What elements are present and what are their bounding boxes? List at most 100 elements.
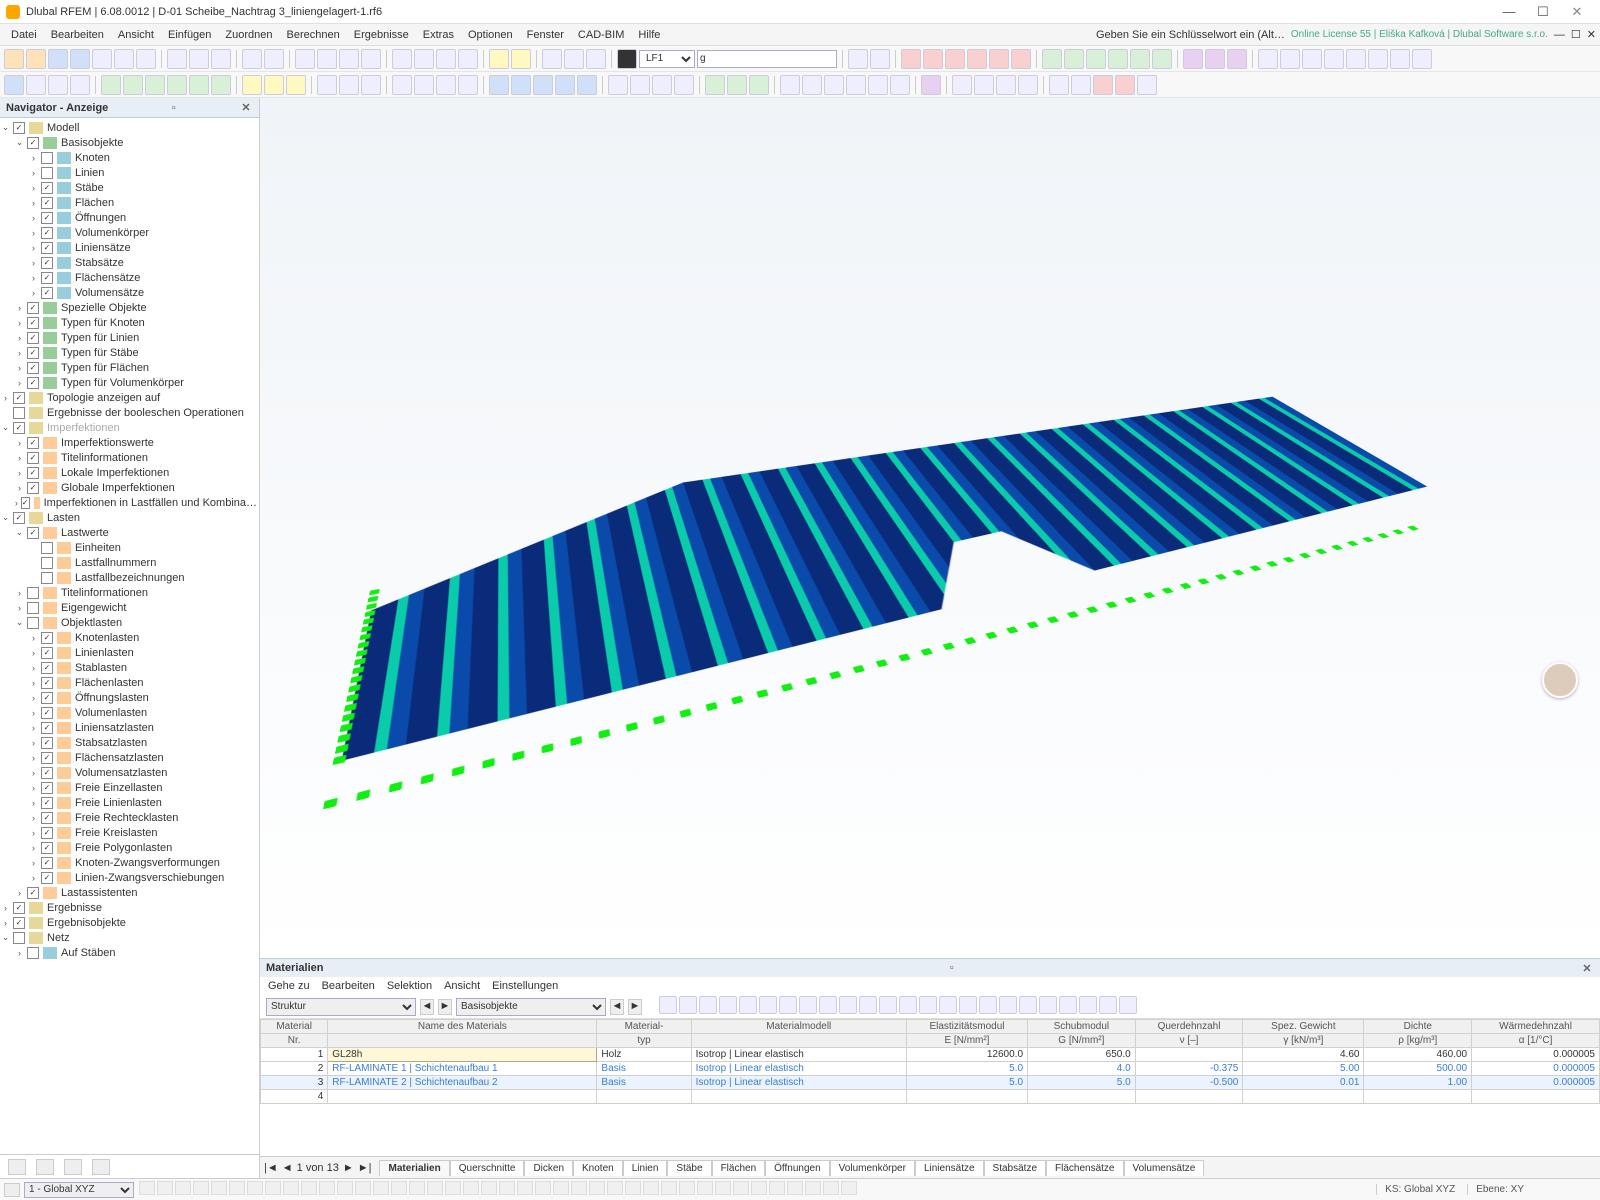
expand-icon[interactable]: › xyxy=(28,183,39,193)
model3-icon[interactable] xyxy=(586,49,606,69)
mat-tool-7-icon[interactable] xyxy=(799,996,817,1014)
status-tool-34-icon[interactable] xyxy=(751,1181,767,1195)
res3-icon[interactable] xyxy=(1086,49,1106,69)
sc6-icon[interactable] xyxy=(890,75,910,95)
cloud-icon[interactable] xyxy=(48,49,68,69)
menu-datei[interactable]: Datei xyxy=(4,27,44,43)
checkbox[interactable] xyxy=(13,407,25,419)
tree-item[interactable]: ›Öffnungslasten xyxy=(0,690,259,705)
col-header[interactable]: Dichte xyxy=(1364,1020,1472,1034)
tree-item[interactable]: ›Freie Rechtecklasten xyxy=(0,810,259,825)
tree-item[interactable]: ⌄Netz xyxy=(0,930,259,945)
checkbox[interactable] xyxy=(41,572,53,584)
status-tool-18-icon[interactable] xyxy=(463,1181,479,1195)
mat-menu-selektion[interactable]: Selektion xyxy=(387,980,432,992)
status-tool-31-icon[interactable] xyxy=(697,1181,713,1195)
mat-tool-19-icon[interactable] xyxy=(1039,996,1057,1014)
doc-minimize-icon[interactable]: — xyxy=(1554,29,1565,41)
vw2-icon[interactable] xyxy=(630,75,650,95)
checkbox[interactable] xyxy=(41,662,53,674)
model2-icon[interactable] xyxy=(564,49,584,69)
cell[interactable]: 5.0 xyxy=(906,1076,1027,1090)
expand-icon[interactable]: › xyxy=(28,738,39,748)
support-icon[interactable] xyxy=(1412,49,1432,69)
gd4-icon[interactable] xyxy=(1018,75,1038,95)
col-header[interactable]: Elastizitätsmodul xyxy=(906,1020,1027,1034)
status-tool-3-icon[interactable] xyxy=(193,1181,209,1195)
res4-icon[interactable] xyxy=(1108,49,1128,69)
expand-icon[interactable]: › xyxy=(14,453,25,463)
expand-icon[interactable]: › xyxy=(28,783,39,793)
checkbox[interactable] xyxy=(27,947,39,959)
status-tool-1-icon[interactable] xyxy=(157,1181,173,1195)
expand-icon[interactable]: › xyxy=(28,813,39,823)
nl2-icon[interactable] xyxy=(123,75,143,95)
tree-item[interactable]: ⌄Imperfektionen xyxy=(0,420,259,435)
loadcase-select[interactable]: LF1 xyxy=(639,50,695,68)
table-row[interactable]: 3RF-LAMINATE 2 | Schichtenaufbau 2BasisI… xyxy=(261,1076,1600,1090)
nav-prev2-icon[interactable]: ◄ xyxy=(610,999,624,1015)
mat-tool-3-icon[interactable] xyxy=(719,996,737,1014)
checkbox[interactable] xyxy=(41,692,53,704)
cell[interactable] xyxy=(1364,1090,1472,1104)
checkbox[interactable] xyxy=(41,257,53,269)
loadcase-filter[interactable] xyxy=(697,50,837,68)
opening-icon[interactable] xyxy=(1368,49,1388,69)
ml1-icon[interactable] xyxy=(317,75,337,95)
sync-icon[interactable] xyxy=(70,49,90,69)
checkbox[interactable] xyxy=(27,302,39,314)
status-tool-26-icon[interactable] xyxy=(607,1181,623,1195)
ext2-icon[interactable] xyxy=(1205,49,1225,69)
mat-tool-11-icon[interactable] xyxy=(879,996,897,1014)
nav-tab-display-icon[interactable] xyxy=(36,1159,54,1175)
cell[interactable]: 650.0 xyxy=(1028,1048,1136,1062)
ll3-icon[interactable] xyxy=(286,75,306,95)
tree-item[interactable]: ›Linien-Zwangsverschiebungen xyxy=(0,870,259,885)
expand-icon[interactable]: › xyxy=(28,213,39,223)
ml2-icon[interactable] xyxy=(339,75,359,95)
mat-tool-5-icon[interactable] xyxy=(759,996,777,1014)
checkbox[interactable] xyxy=(27,602,39,614)
checkbox[interactable] xyxy=(41,767,53,779)
materials-close-icon[interactable]: ✕ xyxy=(1580,962,1594,975)
status-tool-37-icon[interactable] xyxy=(805,1181,821,1195)
status-tool-23-icon[interactable] xyxy=(553,1181,569,1195)
tree-item[interactable]: ›Öffnungen xyxy=(0,210,259,225)
mat-tool-22-icon[interactable] xyxy=(1099,996,1117,1014)
checkbox[interactable] xyxy=(41,287,53,299)
tree-item[interactable]: Lastfallnummern xyxy=(0,555,259,570)
tree-item[interactable]: ⌄Objektlasten xyxy=(0,615,259,630)
assistant-avatar-icon[interactable] xyxy=(1542,662,1578,698)
tree-item[interactable]: ›Linien xyxy=(0,165,259,180)
tree-item[interactable]: ›Titelinformationen xyxy=(0,450,259,465)
sel-icon[interactable] xyxy=(4,75,24,95)
nl4-icon[interactable] xyxy=(167,75,187,95)
expand-icon[interactable]: ⌄ xyxy=(0,932,11,943)
tree-item[interactable]: ›Eigengewicht xyxy=(0,600,259,615)
cell[interactable]: 0.01 xyxy=(1243,1076,1364,1090)
status-tool-2-icon[interactable] xyxy=(175,1181,191,1195)
page-prev-icon[interactable]: ◄ xyxy=(282,1162,293,1174)
checkbox[interactable] xyxy=(13,392,25,404)
checkbox[interactable] xyxy=(13,512,25,524)
status-tool-32-icon[interactable] xyxy=(715,1181,731,1195)
gd2-icon[interactable] xyxy=(974,75,994,95)
mat-tool-15-icon[interactable] xyxy=(959,996,977,1014)
grid-icon[interactable] xyxy=(392,49,412,69)
materials-grid[interactable]: MaterialName des MaterialsMaterial-Mater… xyxy=(260,1019,1600,1156)
tab-stabsätze[interactable]: Stabsätze xyxy=(984,1160,1046,1176)
expand-icon[interactable]: › xyxy=(28,678,39,688)
tree-item[interactable]: ›Lokale Imperfektionen xyxy=(0,465,259,480)
checkbox[interactable] xyxy=(41,752,53,764)
expand-icon[interactable]: › xyxy=(14,378,25,388)
checkbox[interactable] xyxy=(13,422,25,434)
gd3-icon[interactable] xyxy=(996,75,1016,95)
page-next-icon[interactable]: ► xyxy=(343,1162,354,1174)
expand-icon[interactable]: › xyxy=(28,273,39,283)
mat-tool-10-icon[interactable] xyxy=(859,996,877,1014)
mat-tool-20-icon[interactable] xyxy=(1059,996,1077,1014)
menu-berechnen[interactable]: Berechnen xyxy=(280,27,347,43)
nl6-icon[interactable] xyxy=(211,75,231,95)
view-xy-icon[interactable] xyxy=(317,49,337,69)
tree-item[interactable]: ›Freie Linienlasten xyxy=(0,795,259,810)
